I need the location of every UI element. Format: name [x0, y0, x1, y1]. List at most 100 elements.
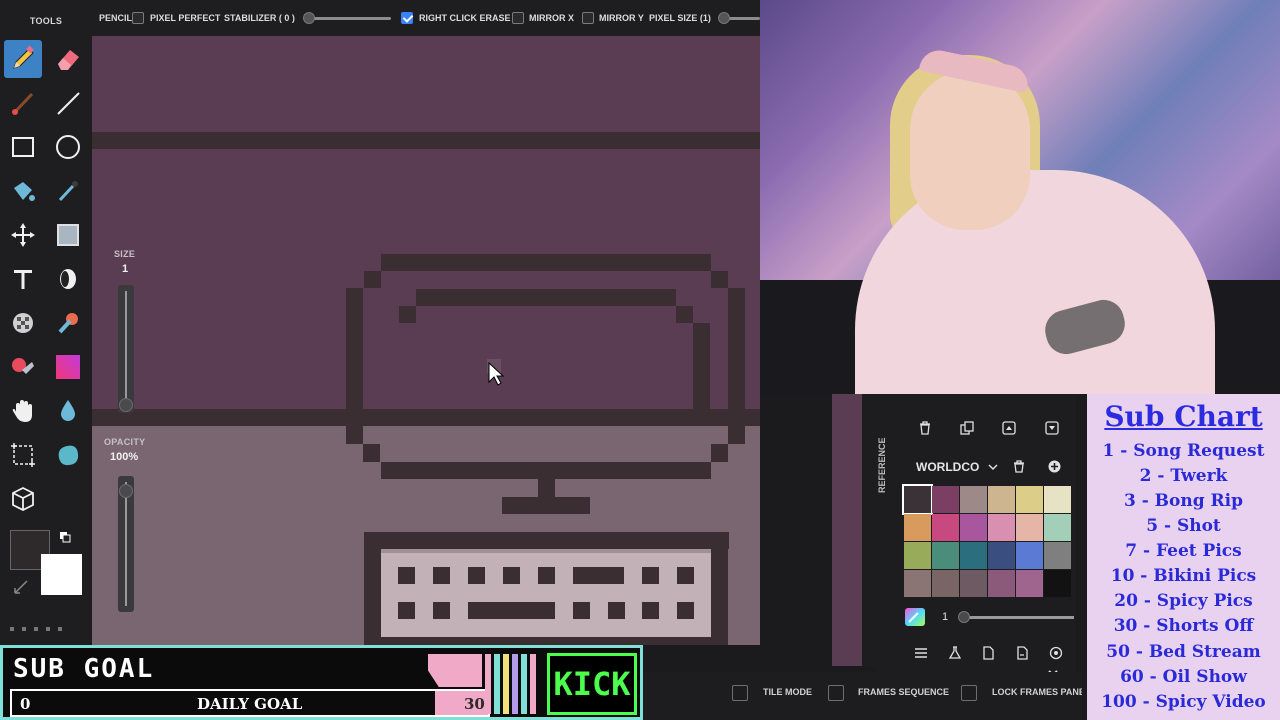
brush-tool[interactable]	[4, 84, 42, 122]
pencil-tool[interactable]	[4, 40, 42, 78]
palette-swatch[interactable]	[1044, 570, 1071, 597]
blob-tool[interactable]	[49, 436, 87, 474]
swap-colors-icon[interactable]	[58, 530, 72, 544]
palette-swatch[interactable]	[988, 570, 1015, 597]
secondary-color-swatch[interactable]	[41, 554, 82, 595]
file-icon	[983, 646, 994, 660]
stabilizer-slider-knob[interactable]	[303, 12, 315, 24]
duplicate-frame-button[interactable]	[957, 418, 977, 438]
palette-swatch[interactable]	[960, 514, 987, 541]
palette-swatch[interactable]	[1044, 542, 1071, 569]
export-button[interactable]	[1012, 643, 1032, 663]
palette-swatch[interactable]	[960, 570, 987, 597]
sub-chart-item: 30 - Shorts Off	[1113, 616, 1254, 636]
select-tool[interactable]	[4, 436, 42, 474]
delete-palette-icon[interactable]	[1013, 460, 1025, 473]
flask-icon	[948, 646, 962, 659]
delete-frame-button[interactable]	[915, 418, 935, 438]
add-palette-icon[interactable]	[1048, 460, 1061, 473]
frames-sequence-label: FRAMES SEQUENCE	[858, 687, 950, 697]
palette-swatch[interactable]	[932, 514, 959, 541]
palette-name-select[interactable]: WORLDCO	[916, 460, 979, 474]
stamp-tool[interactable]	[49, 304, 87, 342]
palette-swatch[interactable]	[1044, 514, 1071, 541]
stabilizer-slider[interactable]	[307, 17, 391, 20]
size-slider-knob[interactable]	[119, 398, 133, 412]
right-click-erase-checkbox[interactable]	[401, 12, 413, 24]
eraser-icon	[58, 50, 79, 70]
pixel-perfect-checkbox[interactable]	[132, 12, 144, 24]
settings-button[interactable]	[1046, 643, 1066, 663]
flask-button[interactable]	[945, 643, 965, 663]
palette-swatch[interactable]	[904, 542, 931, 569]
palette-slider-track[interactable]	[962, 616, 1074, 619]
color-replace-icon	[12, 358, 34, 374]
drawing-canvas[interactable]	[92, 36, 760, 645]
trash-icon	[920, 421, 930, 435]
size-slider[interactable]	[118, 285, 134, 413]
fill-bucket-icon	[14, 182, 35, 201]
palette-swatch[interactable]	[904, 514, 931, 541]
move-frame-up-button[interactable]	[999, 418, 1019, 438]
arrow-down-box-icon	[1045, 421, 1059, 435]
palette-swatch[interactable]	[988, 486, 1015, 513]
move-frame-down-button[interactable]	[1042, 418, 1062, 438]
webcam-feed	[760, 0, 1280, 394]
palette-slider-knob[interactable]	[958, 611, 970, 623]
lock-frames-label: LOCK FRAMES PANEL	[992, 687, 1082, 697]
sub-chart-item: 3 - Bong Rip	[1123, 491, 1244, 511]
line-tool[interactable]	[49, 84, 87, 122]
fill-tool[interactable]	[4, 172, 42, 210]
gradient-tool[interactable]	[49, 348, 87, 386]
palette-swatch[interactable]	[1044, 486, 1071, 513]
pixel-size-slider-knob[interactable]	[718, 12, 730, 24]
palette-swatch[interactable]	[1016, 486, 1043, 513]
file-button[interactable]	[978, 643, 998, 663]
blob-icon	[58, 445, 79, 466]
palette-swatch[interactable]	[932, 486, 959, 513]
layers-button[interactable]	[911, 643, 931, 663]
palette-swatch[interactable]	[960, 542, 987, 569]
lock-frames-checkbox[interactable]	[961, 685, 977, 701]
goal-label: DAILY GOAL	[197, 695, 303, 713]
3d-tool[interactable]	[4, 480, 42, 518]
arrow-up-box-icon	[1002, 421, 1016, 435]
palette-swatch[interactable]	[988, 542, 1015, 569]
palette-swatch[interactable]	[1016, 570, 1043, 597]
palette-swatch[interactable]	[932, 542, 959, 569]
droplet-tool[interactable]	[49, 392, 87, 430]
frames-sequence-checkbox[interactable]	[828, 685, 844, 701]
goal-stripe	[485, 654, 491, 714]
opacity-slider-knob[interactable]	[119, 484, 133, 498]
dither-icon	[60, 269, 76, 289]
sub-chart-item: 7 - Feet Pics	[1125, 541, 1242, 561]
color-replace-tool[interactable]	[4, 348, 42, 386]
rectangle-tool[interactable]	[4, 128, 42, 166]
chevron-down-icon[interactable]	[988, 462, 998, 472]
eyedropper-tool[interactable]	[49, 172, 87, 210]
hand-tool[interactable]	[4, 392, 42, 430]
list-icon	[915, 648, 927, 658]
palette-swatch[interactable]	[1016, 514, 1043, 541]
move-tool[interactable]	[4, 216, 42, 254]
palette-swatch[interactable]	[902, 484, 933, 515]
palette-swatch[interactable]	[988, 514, 1015, 541]
reference-tab[interactable]: REFERENCE	[877, 430, 901, 500]
tile-mode-checkbox[interactable]	[732, 685, 748, 701]
text-tool[interactable]	[4, 260, 42, 298]
shape-tool[interactable]	[49, 216, 87, 254]
palette-swatch[interactable]	[1016, 542, 1043, 569]
palette-count: 1	[942, 611, 949, 623]
checker-tool[interactable]	[4, 304, 42, 342]
mirror-x-checkbox[interactable]	[512, 12, 524, 24]
opacity-value: 100%	[110, 451, 139, 463]
mirror-y-checkbox[interactable]	[582, 12, 594, 24]
eraser-tool[interactable]	[49, 40, 87, 78]
palette-swatch[interactable]	[904, 570, 931, 597]
ellipse-tool[interactable]	[49, 128, 87, 166]
dither-tool[interactable]	[49, 260, 87, 298]
reset-colors-icon[interactable]	[12, 578, 30, 596]
palette-swatch[interactable]	[960, 486, 987, 513]
palette-swatch[interactable]	[932, 570, 959, 597]
color-picker-icon[interactable]	[904, 607, 926, 627]
